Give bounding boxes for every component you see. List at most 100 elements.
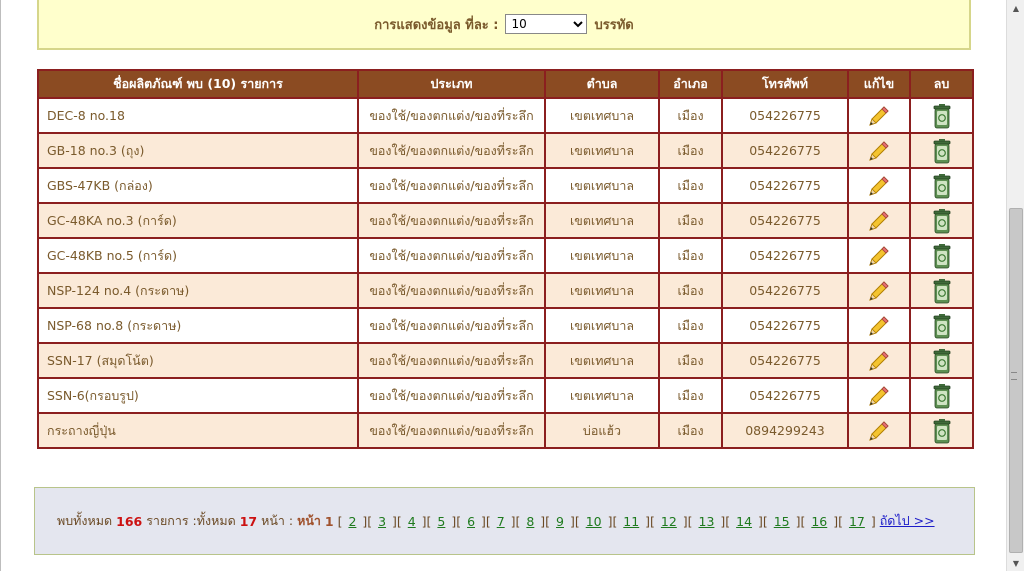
- header-type[interactable]: ประเภท: [357, 69, 546, 99]
- page-link[interactable]: 5: [437, 514, 445, 529]
- next-page-link[interactable]: ถัดไป >>: [880, 511, 935, 531]
- pencil-icon[interactable]: [867, 280, 891, 301]
- products-table: ชื่อผลิตภัณฑ์ พบ (10) รายการ ประเภท ตำบล…: [37, 69, 974, 449]
- trash-bin-icon[interactable]: [931, 243, 953, 268]
- cell-product-name[interactable]: GC-48KA no.3 (การ์ด): [37, 202, 359, 239]
- page-link[interactable]: 3: [378, 514, 386, 529]
- cell-product-name[interactable]: NSP-124 no.4 (กระดาษ): [37, 272, 359, 309]
- trash-bin-icon[interactable]: [931, 103, 953, 128]
- page: การแสดงข้อมูล ที่ละ : 10 บรรทัด ชื่อผลิต…: [0, 0, 1006, 571]
- scrollbar-grip-icon: [1011, 372, 1017, 380]
- pencil-icon[interactable]: [867, 245, 891, 266]
- scroll-up-arrow-icon[interactable]: ▲: [1007, 0, 1024, 16]
- cell-delete: [909, 272, 974, 309]
- page-link[interactable]: 2: [348, 514, 356, 529]
- table-row: กระถางญี่ปุ่น ของใช้/ของตกแต่ง/ของที่ระลึ…: [37, 412, 974, 449]
- pencil-icon[interactable]: [867, 315, 891, 336]
- rows-per-page-label: การแสดงข้อมูล ที่ละ :: [374, 17, 499, 33]
- cell-edit: [847, 342, 911, 379]
- page-link[interactable]: 14: [736, 514, 752, 529]
- cell-product-name[interactable]: SSN-6(กรอบรูป): [37, 377, 359, 414]
- cell-district: เมือง: [658, 377, 723, 414]
- scroll-down-arrow-icon[interactable]: ▼: [1007, 555, 1024, 571]
- trash-bin-icon[interactable]: [931, 208, 953, 233]
- cell-product-name[interactable]: SSN-17 (สมุดโน้ต): [37, 342, 359, 379]
- table-row: SSN-17 (สมุดโน้ต) ของใช้/ของตกแต่ง/ของที่…: [37, 342, 974, 379]
- cell-edit: [847, 167, 911, 204]
- cell-delete: [909, 167, 974, 204]
- trash-bin-icon[interactable]: [931, 138, 953, 163]
- cell-product-name[interactable]: GB-18 no.3 (ถุง): [37, 132, 359, 169]
- cell-phone: 054226775: [721, 307, 849, 344]
- page-link[interactable]: 16: [811, 514, 827, 529]
- cell-phone: 054226775: [721, 132, 849, 169]
- header-district[interactable]: อำเภอ: [658, 69, 723, 99]
- scrollbar-thumb[interactable]: [1009, 208, 1023, 553]
- trash-bin-icon[interactable]: [931, 313, 953, 338]
- header-phone[interactable]: โทรศัพท์: [721, 69, 849, 99]
- page-link[interactable]: 10: [586, 514, 602, 529]
- cell-district: เมือง: [658, 237, 723, 274]
- current-page-number: 1: [324, 513, 334, 529]
- page-links: [ 2 ][ 3 ][ 4 ][ 5 ][ 6 ][ 7 ][ 8 ][ 9 ]…: [337, 513, 876, 529]
- pencil-icon[interactable]: [867, 350, 891, 371]
- cell-subdistrict: บ่อแฮ้ว: [544, 412, 660, 449]
- pagination-bar: พบทั้งหมด 166 รายการ :ทั้งหมด 17 หน้า : …: [34, 487, 975, 555]
- pencil-icon[interactable]: [867, 210, 891, 231]
- table-row: DEC-8 no.18 ของใช้/ของตกแต่ง/ของที่ระลึกเ…: [37, 97, 974, 134]
- page-link[interactable]: 6: [467, 514, 475, 529]
- cell-type: ของใช้/ของตกแต่ง/ของที่ระลึก: [357, 272, 546, 309]
- page-link[interactable]: 12: [661, 514, 677, 529]
- cell-delete: [909, 97, 974, 134]
- trash-bin-icon[interactable]: [931, 418, 953, 443]
- trash-bin-icon[interactable]: [931, 278, 953, 303]
- cell-delete: [909, 412, 974, 449]
- page-link[interactable]: 9: [556, 514, 564, 529]
- cell-delete: [909, 237, 974, 274]
- trash-bin-icon[interactable]: [931, 348, 953, 373]
- cell-district: เมือง: [658, 272, 723, 309]
- cell-type: ของใช้/ของตกแต่ง/ของที่ระลึก: [357, 307, 546, 344]
- page-link[interactable]: 4: [408, 514, 416, 529]
- header-subdistrict[interactable]: ตำบล: [544, 69, 660, 99]
- page-link[interactable]: 8: [526, 514, 534, 529]
- cell-type: ของใช้/ของตกแต่ง/ของที่ระลึก: [357, 237, 546, 274]
- page-link[interactable]: 15: [774, 514, 790, 529]
- cell-district: เมือง: [658, 167, 723, 204]
- cell-subdistrict: เขตเทศบาล: [544, 132, 660, 169]
- current-page-prefix: หน้า: [297, 513, 321, 528]
- table-row: GB-18 no.3 (ถุง) ของใช้/ของตกแต่ง/ของที่ร…: [37, 132, 974, 169]
- pencil-icon[interactable]: [867, 420, 891, 441]
- trash-bin-icon[interactable]: [931, 173, 953, 198]
- page-link[interactable]: 13: [699, 514, 715, 529]
- pencil-icon[interactable]: [867, 140, 891, 161]
- page-link[interactable]: 7: [497, 514, 505, 529]
- cell-district: เมือง: [658, 412, 723, 449]
- pencil-icon[interactable]: [867, 175, 891, 196]
- cell-edit: [847, 132, 911, 169]
- table-header-row: ชื่อผลิตภัณฑ์ พบ (10) รายการ ประเภท ตำบล…: [37, 69, 974, 99]
- header-product-name[interactable]: ชื่อผลิตภัณฑ์ พบ (10) รายการ: [37, 69, 359, 99]
- cell-delete: [909, 342, 974, 379]
- cell-product-name[interactable]: GBS-47KB (กล่อง): [37, 167, 359, 204]
- page-link[interactable]: 17: [849, 514, 865, 529]
- cell-edit: [847, 412, 911, 449]
- cell-district: เมือง: [658, 202, 723, 239]
- rows-per-page-bar: การแสดงข้อมูล ที่ละ : 10 บรรทัด: [37, 0, 971, 50]
- cell-subdistrict: เขตเทศบาล: [544, 272, 660, 309]
- cell-product-name[interactable]: DEC-8 no.18: [37, 97, 359, 134]
- cell-product-name[interactable]: กระถางญี่ปุ่น: [37, 412, 359, 449]
- cell-type: ของใช้/ของตกแต่ง/ของที่ระลึก: [357, 202, 546, 239]
- cell-type: ของใช้/ของตกแต่ง/ของที่ระลึก: [357, 167, 546, 204]
- cell-phone: 054226775: [721, 97, 849, 134]
- trash-bin-icon[interactable]: [931, 383, 953, 408]
- vertical-scrollbar[interactable]: ▲ ▼: [1006, 0, 1024, 571]
- rows-per-page-select[interactable]: 10: [504, 14, 587, 34]
- header-delete: ลบ: [909, 69, 974, 99]
- cell-product-name[interactable]: NSP-68 no.8 (กระดาษ): [37, 307, 359, 344]
- table-row: GBS-47KB (กล่อง) ของใช้/ของตกแต่ง/ของที่ร…: [37, 167, 974, 204]
- pencil-icon[interactable]: [867, 105, 891, 126]
- cell-product-name[interactable]: GC-48KB no.5 (การ์ด): [37, 237, 359, 274]
- page-link[interactable]: 11: [623, 514, 639, 529]
- pencil-icon[interactable]: [867, 385, 891, 406]
